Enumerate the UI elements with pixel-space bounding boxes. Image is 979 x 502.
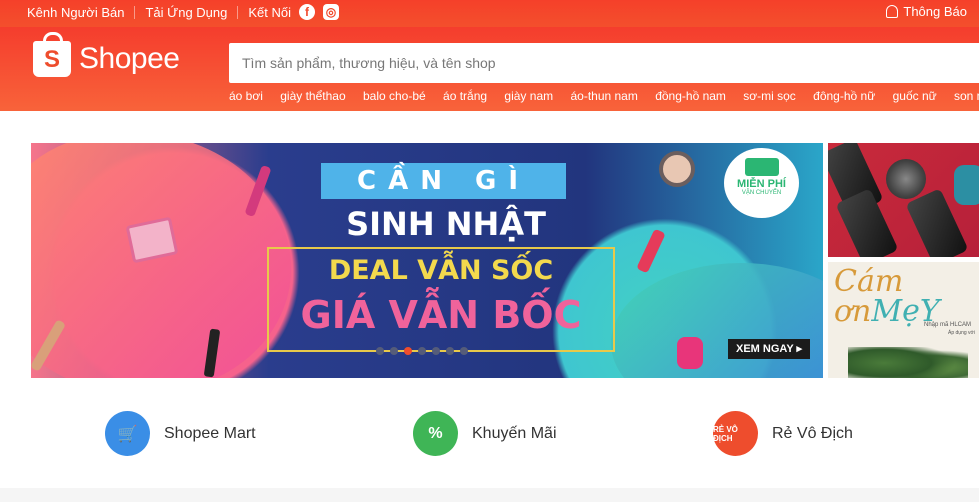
main-banner-carousel[interactable]: CẦN GÌ SINH NHẬT DEAL VẪN SỐC GIÁ VẪN BỐ… bbox=[31, 143, 823, 378]
compact-powder-icon bbox=[659, 151, 695, 187]
carousel-dot[interactable] bbox=[446, 347, 454, 355]
discount-tag-icon: % bbox=[413, 411, 458, 456]
keyword-link[interactable]: đông-hồ nữ bbox=[813, 89, 875, 103]
facebook-icon[interactable]: f bbox=[299, 4, 316, 20]
connect-label: Kết Nối bbox=[248, 4, 292, 20]
free-ship-sublabel: VẬN CHUYỂN bbox=[741, 190, 782, 196]
promo-code-text: Nhập mã HLCAM bbox=[924, 322, 972, 328]
shopee-bag-icon: S bbox=[33, 32, 71, 77]
keyword-link[interactable]: áo trắng bbox=[443, 89, 487, 103]
carousel-dot[interactable] bbox=[418, 347, 426, 355]
banner-headline-3: DEAL VẪN SỐC bbox=[328, 255, 554, 286]
divider bbox=[237, 5, 239, 19]
instagram-icon[interactable]: ◎ bbox=[323, 4, 340, 20]
shortcut-cheapest[interactable]: RẺ VÔ ĐỊCH Rẻ Vô Địch bbox=[713, 411, 853, 456]
nail-polish-icon bbox=[677, 337, 703, 369]
banner-headline-2: SINH NHẬT bbox=[346, 205, 546, 243]
keyword-link[interactable]: son môi bbox=[954, 89, 979, 103]
side-banner-mothers-day[interactable]: Cám ơnMẹY Nhập mã HLCAM Áp dụng với bbox=[828, 262, 979, 378]
keyword-link[interactable]: sơ-mi sọc bbox=[743, 89, 796, 103]
keyword-link[interactable]: giày nam bbox=[504, 89, 553, 103]
header: S Shopee áo bơi giày thểthao balo cho-bé… bbox=[0, 27, 979, 111]
shortcut-shopee-mart[interactable]: 🛒 Shopee Mart bbox=[105, 411, 256, 456]
keyword-link[interactable]: áo-thun nam bbox=[570, 89, 637, 103]
lipstick-icon bbox=[636, 228, 666, 274]
keyword-link[interactable]: balo cho-bé bbox=[363, 89, 426, 103]
carousel-dot[interactable] bbox=[376, 347, 384, 355]
section-divider bbox=[0, 488, 979, 502]
banner-headline-4: GIÁ VẪN BỐC bbox=[300, 293, 582, 337]
decor-blob bbox=[611, 263, 823, 378]
phone-image bbox=[835, 188, 899, 257]
robot-vacuum-image bbox=[886, 159, 926, 199]
shortcut-promotions[interactable]: % Khuyến Mãi bbox=[413, 411, 557, 456]
decor-blob bbox=[31, 143, 291, 378]
shortcut-label: Rẻ Vô Địch bbox=[772, 424, 853, 442]
top-bar-left: Kênh Người Bán Tải Ứng Dụng Kết Nối f ◎ bbox=[27, 4, 340, 20]
carousel-dots bbox=[376, 347, 474, 355]
cheapest-badge-icon: RẺ VÔ ĐỊCH bbox=[713, 411, 758, 456]
carousel-dot[interactable] bbox=[432, 347, 440, 355]
notifications-label: Thông Báo bbox=[903, 4, 967, 19]
leaf-decoration bbox=[848, 347, 968, 378]
truck-icon bbox=[744, 158, 779, 176]
free-ship-label: MIỄN PHÍ bbox=[737, 178, 786, 190]
carousel-dot-active[interactable] bbox=[404, 347, 412, 355]
view-now-button[interactable]: XEM NGAY ▸ bbox=[728, 339, 810, 359]
brand-name: Shopee bbox=[79, 42, 180, 75]
shortcut-label: Shopee Mart bbox=[164, 424, 256, 442]
divider bbox=[134, 5, 136, 19]
mothers-day-title: Cám ơnMẹY bbox=[834, 267, 940, 327]
carousel-dot[interactable] bbox=[390, 347, 398, 355]
banner-headline-1: CẦN GÌ bbox=[321, 163, 566, 199]
free-shipping-badge: MIỄN PHÍ VẬN CHUYỂN bbox=[724, 148, 799, 218]
side-banner-phones[interactable] bbox=[828, 143, 979, 257]
trending-keywords: áo bơi giày thểthao balo cho-bé áo trắng… bbox=[229, 89, 979, 103]
carousel-dot[interactable] bbox=[460, 347, 468, 355]
speaker-image bbox=[954, 165, 979, 205]
seller-channel-link[interactable]: Kênh Người Bán bbox=[27, 5, 124, 20]
search-input[interactable] bbox=[229, 43, 979, 83]
bell-icon bbox=[886, 5, 899, 18]
keyword-link[interactable]: guốc nữ bbox=[893, 89, 937, 103]
promo-note-text: Áp dụng với bbox=[948, 330, 975, 336]
shopee-logo[interactable]: S Shopee bbox=[33, 32, 180, 77]
top-bar: Kênh Người Bán Tải Ứng Dụng Kết Nối f ◎ … bbox=[0, 0, 979, 27]
title-word: ơn bbox=[834, 294, 872, 329]
title-word: Mẹ bbox=[871, 294, 920, 329]
keyword-link[interactable]: áo bơi bbox=[229, 89, 263, 103]
search-box bbox=[229, 43, 979, 83]
shortcut-label: Khuyến Mãi bbox=[472, 424, 557, 442]
keyword-link[interactable]: giày thểthao bbox=[280, 89, 345, 103]
keyword-link[interactable]: đồng-hồ nam bbox=[655, 89, 726, 103]
shopping-cart-icon: 🛒 bbox=[105, 411, 150, 456]
download-app-link[interactable]: Tải Ứng Dụng bbox=[145, 5, 227, 20]
notifications-link[interactable]: Thông Báo bbox=[886, 4, 967, 19]
